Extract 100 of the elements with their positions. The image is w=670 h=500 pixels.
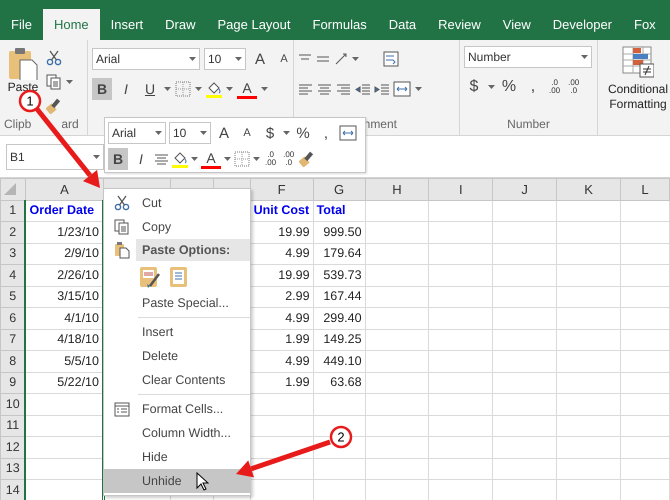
row-header[interactable]: 6 [0, 308, 26, 329]
row-header[interactable]: 13 [0, 458, 26, 480]
copy-icon[interactable] [46, 74, 62, 90]
caret-icon[interactable] [253, 157, 260, 161]
increase-decimal-button[interactable]: .0 .00 [547, 79, 562, 95]
shrink-font-button[interactable]: A [237, 122, 257, 144]
merge-cells-icon[interactable] [339, 125, 357, 141]
number-format-button[interactable]: $ [260, 122, 280, 144]
font-name-field[interactable]: Arial [92, 48, 200, 70]
font-size-field[interactable]: 10 [204, 48, 246, 70]
menu-item[interactable]: Paste Special... [104, 291, 250, 315]
column-header[interactable]: A [25, 178, 104, 200]
caret-icon[interactable] [261, 87, 268, 91]
number-format-button[interactable]: , [316, 122, 336, 144]
row-header[interactable]: 4 [0, 264, 26, 286]
wrap-text-icon[interactable] [383, 51, 399, 67]
ribbon-tab[interactable]: Draw [154, 9, 206, 40]
caret-icon[interactable] [93, 155, 100, 159]
fill-color-icon[interactable] [206, 80, 222, 98]
row-header[interactable]: 12 [0, 436, 26, 458]
row-header[interactable]: 9 [0, 372, 26, 394]
conditional-formatting-icon[interactable] [622, 46, 654, 78]
shrink-font-button[interactable]: A [274, 48, 294, 70]
ribbon-tab[interactable]: Review [427, 9, 492, 40]
fill-color-icon[interactable] [172, 150, 188, 168]
column-header[interactable]: G [313, 178, 366, 200]
caret-icon[interactable] [191, 157, 198, 161]
caret-icon[interactable] [415, 87, 422, 91]
borders-icon[interactable] [175, 81, 191, 97]
menu-item[interactable]: Clear Contents [104, 368, 250, 392]
number-format-button[interactable]: , [523, 76, 543, 98]
align-center-icon[interactable] [317, 82, 332, 96]
ribbon-tab[interactable]: File [0, 9, 43, 40]
ribbon-tab[interactable]: Fox [623, 9, 667, 40]
ribbon-tab[interactable]: Page Layout [206, 9, 302, 40]
number-format-button[interactable]: % [499, 76, 519, 98]
number-format-button[interactable]: % [293, 122, 313, 144]
font-name-field[interactable]: Arial [108, 122, 166, 144]
row-header[interactable]: 5 [0, 286, 26, 308]
row-header[interactable]: 3 [0, 243, 26, 264]
decrease-decimal-button[interactable]: .00 .0 [566, 79, 582, 95]
column-header[interactable]: L [620, 178, 670, 200]
menu-item[interactable]: Format Cells... [104, 397, 250, 421]
paintbrush-icon[interactable] [299, 151, 316, 167]
decrease-decimal-button[interactable]: .00 .0 [281, 151, 296, 167]
row-header[interactable]: 14 [0, 480, 26, 500]
scissors-icon[interactable] [46, 50, 62, 66]
ribbon-tab[interactable]: Developer [542, 9, 624, 40]
menu-item[interactable]: Cut [104, 191, 250, 215]
ribbon-tab[interactable]: Formulas [302, 9, 378, 40]
caret-icon[interactable] [195, 87, 202, 91]
row-header[interactable]: 8 [0, 350, 26, 372]
align-outdent-icon[interactable] [355, 82, 370, 96]
column-header[interactable]: J [492, 178, 557, 200]
increase-decimal-button[interactable]: .0 .00 [263, 151, 278, 167]
align-left-icon[interactable] [298, 82, 313, 96]
ribbon-tab[interactable]: Data [378, 9, 428, 40]
merge-cells-icon[interactable] [393, 81, 411, 97]
menu-item[interactable]: Insert [104, 320, 250, 344]
caret-icon[interactable] [226, 87, 233, 91]
grow-font-button[interactable]: A [214, 122, 234, 144]
font-style-button[interactable]: I [116, 78, 136, 100]
align-indent-icon[interactable] [374, 82, 389, 96]
caret-icon[interactable] [581, 55, 588, 59]
row-header[interactable]: 7 [0, 329, 26, 350]
text-angle-icon[interactable] [334, 52, 348, 66]
column-header[interactable]: I [428, 178, 493, 200]
font-style-button[interactable]: U [140, 78, 160, 100]
row-header[interactable]: 10 [0, 394, 26, 415]
name-box[interactable]: B1 [6, 144, 104, 170]
menu-item[interactable]: Delete [104, 344, 250, 368]
caret-icon[interactable] [235, 57, 242, 61]
caret-icon[interactable] [224, 157, 231, 161]
caret-icon[interactable] [189, 57, 196, 61]
row-header[interactable]: 2 [0, 222, 26, 243]
font-style-button[interactable]: B [108, 148, 128, 170]
conditional-formatting-label[interactable]: Conditional Formatting [602, 82, 670, 112]
font-color-button[interactable]: A [201, 149, 221, 169]
font-style-button[interactable]: I [131, 148, 151, 170]
caret-icon[interactable] [66, 80, 73, 84]
grow-font-button[interactable]: A [250, 48, 270, 70]
caret-icon[interactable] [488, 85, 495, 89]
menu-item[interactable]: Copy [104, 215, 250, 239]
row-header[interactable]: 1 [0, 200, 26, 222]
number-format-field[interactable]: Number [464, 46, 592, 68]
menu-item[interactable]: Hide [104, 445, 250, 469]
paintbrush-icon[interactable] [46, 98, 62, 114]
menu-item[interactable]: Unhide [104, 469, 250, 493]
font-style-button[interactable]: B [92, 78, 112, 100]
paste-icon[interactable] [7, 46, 39, 80]
align-center-icon[interactable] [154, 152, 169, 166]
ribbon-tab[interactable]: Home [42, 9, 100, 40]
menu-item[interactable]: Column Width... [104, 421, 250, 445]
column-header[interactable]: K [556, 178, 620, 200]
caret-icon[interactable] [164, 87, 171, 91]
font-size-field[interactable]: 10 [169, 122, 211, 144]
ribbon-tab[interactable]: Insert [100, 9, 154, 40]
column-header[interactable]: F [250, 178, 314, 200]
row-header[interactable]: 11 [0, 415, 26, 436]
column-header[interactable]: H [365, 178, 429, 200]
